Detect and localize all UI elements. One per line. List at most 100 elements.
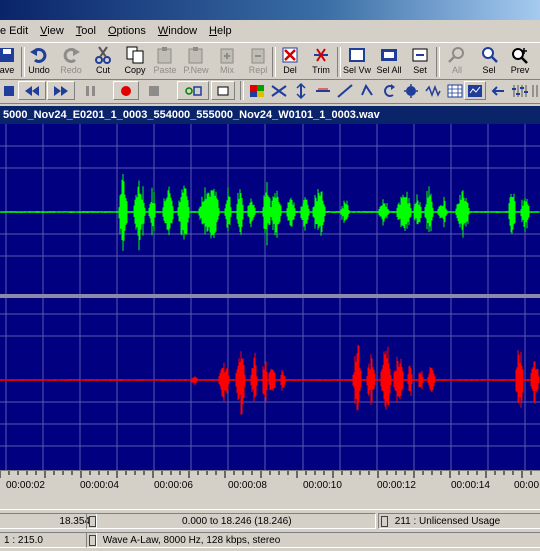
noise-reduction-button[interactable] [422,81,444,100]
trim-button[interactable]: Trim [306,46,336,78]
ruler-label: 00:00: [514,480,540,491]
loop-button[interactable] [177,81,209,100]
zoom-selection-icon [482,47,498,63]
normalize-icon [296,82,306,99]
toolbar-overflow-icon[interactable] [530,81,540,100]
record-button[interactable] [113,81,139,100]
select-all-button[interactable]: Sel All [374,46,404,78]
color-grid-icon [250,84,264,97]
menu-edit[interactable]: e Edit [0,25,34,37]
marker-left-button[interactable] [487,81,509,100]
redo-button-label: Redo [60,65,82,75]
mixer-icon [512,84,528,97]
toolbar-separator [436,47,440,77]
amplify-icon [316,88,330,92]
waveform-view[interactable] [0,124,540,470]
mix-icon [220,48,234,64]
zoom-cell: 1 : 215.0 [0,532,97,548]
redo-button[interactable]: Redo [56,46,86,78]
zoom-previous-icon [512,48,528,64]
menu-view-label: iew [47,25,64,37]
panel-grip-icon [89,515,96,527]
select-view-button[interactable]: Sel Vw [342,46,372,78]
menu-tool[interactable]: Tool [70,25,102,37]
menu-edit-label: e Edit [0,25,29,37]
waveform-canvas[interactable] [0,124,540,470]
zoom-selection-button[interactable]: Sel [474,46,504,78]
menu-options[interactable]: Options [102,25,152,37]
window-title-bar[interactable] [0,0,540,20]
select-view-button-label: Sel Vw [342,65,371,75]
menu-window-label: indow [168,25,198,37]
save-button-label: ave [0,65,15,75]
effects-button[interactable] [246,81,268,100]
envelope-button[interactable] [356,81,378,100]
menu-help-mnemonic: H [209,25,217,37]
menu-window[interactable]: Window [152,25,203,37]
menu-view[interactable]: View [34,25,70,37]
record-icon [121,85,131,96]
amplify-button[interactable] [312,81,334,100]
ruler-label: 00:00:02 [6,480,45,491]
play-selection-button[interactable] [211,81,235,100]
reverse-icon [384,83,395,97]
selection-box-icon [217,86,229,95]
stop-button[interactable] [143,81,165,100]
crossfade-button[interactable] [268,81,290,100]
normalize-button[interactable] [290,81,312,100]
trim-button-label: Trim [312,65,330,75]
ruler-label: 00:00:12 [377,480,416,491]
mix-button[interactable]: Mix [212,46,242,78]
mixer-button[interactable] [509,81,531,100]
menu-window-mnemonic: W [157,25,169,37]
menu-options-label: ptions [116,25,146,37]
delete-button-label: Del [283,65,297,75]
paste-button[interactable]: Paste [150,46,180,78]
replace-button[interactable]: Repl [243,46,273,78]
set-button[interactable]: Set [405,46,435,78]
rewind-button[interactable] [18,81,46,100]
paste-new-icon [188,47,203,64]
ruler-label: 00:00:08 [228,480,267,491]
save-button[interactable]: ave [0,46,22,78]
mix-button-label: Mix [220,65,234,75]
pause-button[interactable] [80,81,102,100]
zoom-all-button[interactable]: All [442,46,472,78]
echo-button[interactable] [400,81,422,100]
copy-icon [126,46,144,64]
zoom-previous-button[interactable]: Prev [505,46,535,78]
save-icon [0,48,14,62]
menu-bar: e Edit View Tool Options Window Help [0,21,540,41]
zoom-all-button-label: All [451,65,462,75]
delete-button[interactable]: Del [275,46,305,78]
selection-range: 0.000 to 18.246 (18.246) [182,516,292,527]
time-ruler[interactable]: 00:00:02 00:00:04 00:00:06 00:00:08 00:00:10… [0,470,540,495]
set-icon [412,48,428,62]
copy-button[interactable]: Copy [120,46,150,78]
ruler-label: 00:00:06 [154,480,193,491]
toolbar-separator [240,81,244,100]
zoom-previous-button-label: Prev [510,65,530,75]
spectrum-icon [468,84,482,97]
cut-button-label: Cut [95,65,110,75]
document-title-bar[interactable]: 5000_Nov24_E0201_1_0003_554000_555000_No… [0,106,540,124]
paste-new-button-label: P.New [183,65,209,75]
cut-button[interactable]: Cut [88,46,118,78]
arrow-left-icon [491,85,504,96]
envelope-icon [361,83,373,96]
menu-help[interactable]: Help [203,25,238,37]
toolbar-separator [337,47,341,77]
transport-toolbar [0,79,540,104]
fast-forward-button[interactable] [47,81,75,100]
undo-button[interactable]: Undo [24,46,54,78]
spectrum-button[interactable] [464,81,486,100]
delete-icon [282,47,298,63]
paste-new-button[interactable]: P.New [181,46,211,78]
panel-grip-icon [381,515,388,527]
undo-button-label: Undo [28,65,50,75]
paste-icon [157,47,172,64]
equalizer-button[interactable] [444,81,466,100]
fade-button[interactable] [334,81,356,100]
reverse-button[interactable] [378,81,400,100]
select-all-icon [381,49,397,61]
